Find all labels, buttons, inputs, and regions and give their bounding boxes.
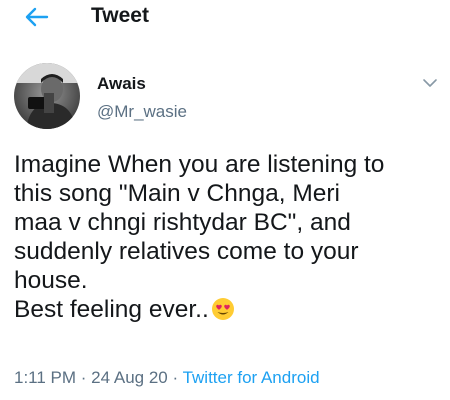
top-bar: Tweet [0, 0, 450, 40]
tweet-line: maa v chngi rishtydar BC", and [14, 209, 351, 236]
author-handle[interactable]: @Mr_wasie [97, 101, 187, 123]
author-name[interactable]: Awais [97, 73, 146, 95]
tweet-line: suddenly relatives come to your [14, 238, 359, 265]
tweet-line: house. [14, 267, 88, 294]
arrow-left-icon [25, 7, 49, 27]
meta-separator: · [76, 368, 92, 387]
tweet-time: 1:11 PM [14, 368, 77, 387]
more-options-button[interactable] [421, 76, 439, 90]
avatar-photo [14, 63, 80, 129]
avatar[interactable] [14, 63, 80, 129]
tweet-line: this song "Main v Chnga, Meri [14, 180, 340, 207]
tweet-text: Imagine When you are listening to this s… [14, 150, 444, 328]
page-title: Tweet [91, 4, 149, 27]
meta-separator: · [167, 368, 183, 387]
tweet-meta: 1:11 PM · 24 Aug 20 · Twitter for Androi… [14, 367, 320, 389]
tweet-date: 24 Aug 20 [91, 368, 168, 387]
tweet-source-link[interactable]: Twitter for Android [183, 368, 320, 387]
heart-eyes-emoji-icon [211, 297, 235, 328]
chevron-down-icon [423, 79, 437, 87]
tweet-line-last: Best feeling ever.. [14, 295, 444, 328]
tweet-line-text: Best feeling ever.. [14, 296, 209, 323]
tweet-line: Imagine When you are listening to [14, 151, 385, 178]
back-button[interactable] [22, 3, 52, 31]
